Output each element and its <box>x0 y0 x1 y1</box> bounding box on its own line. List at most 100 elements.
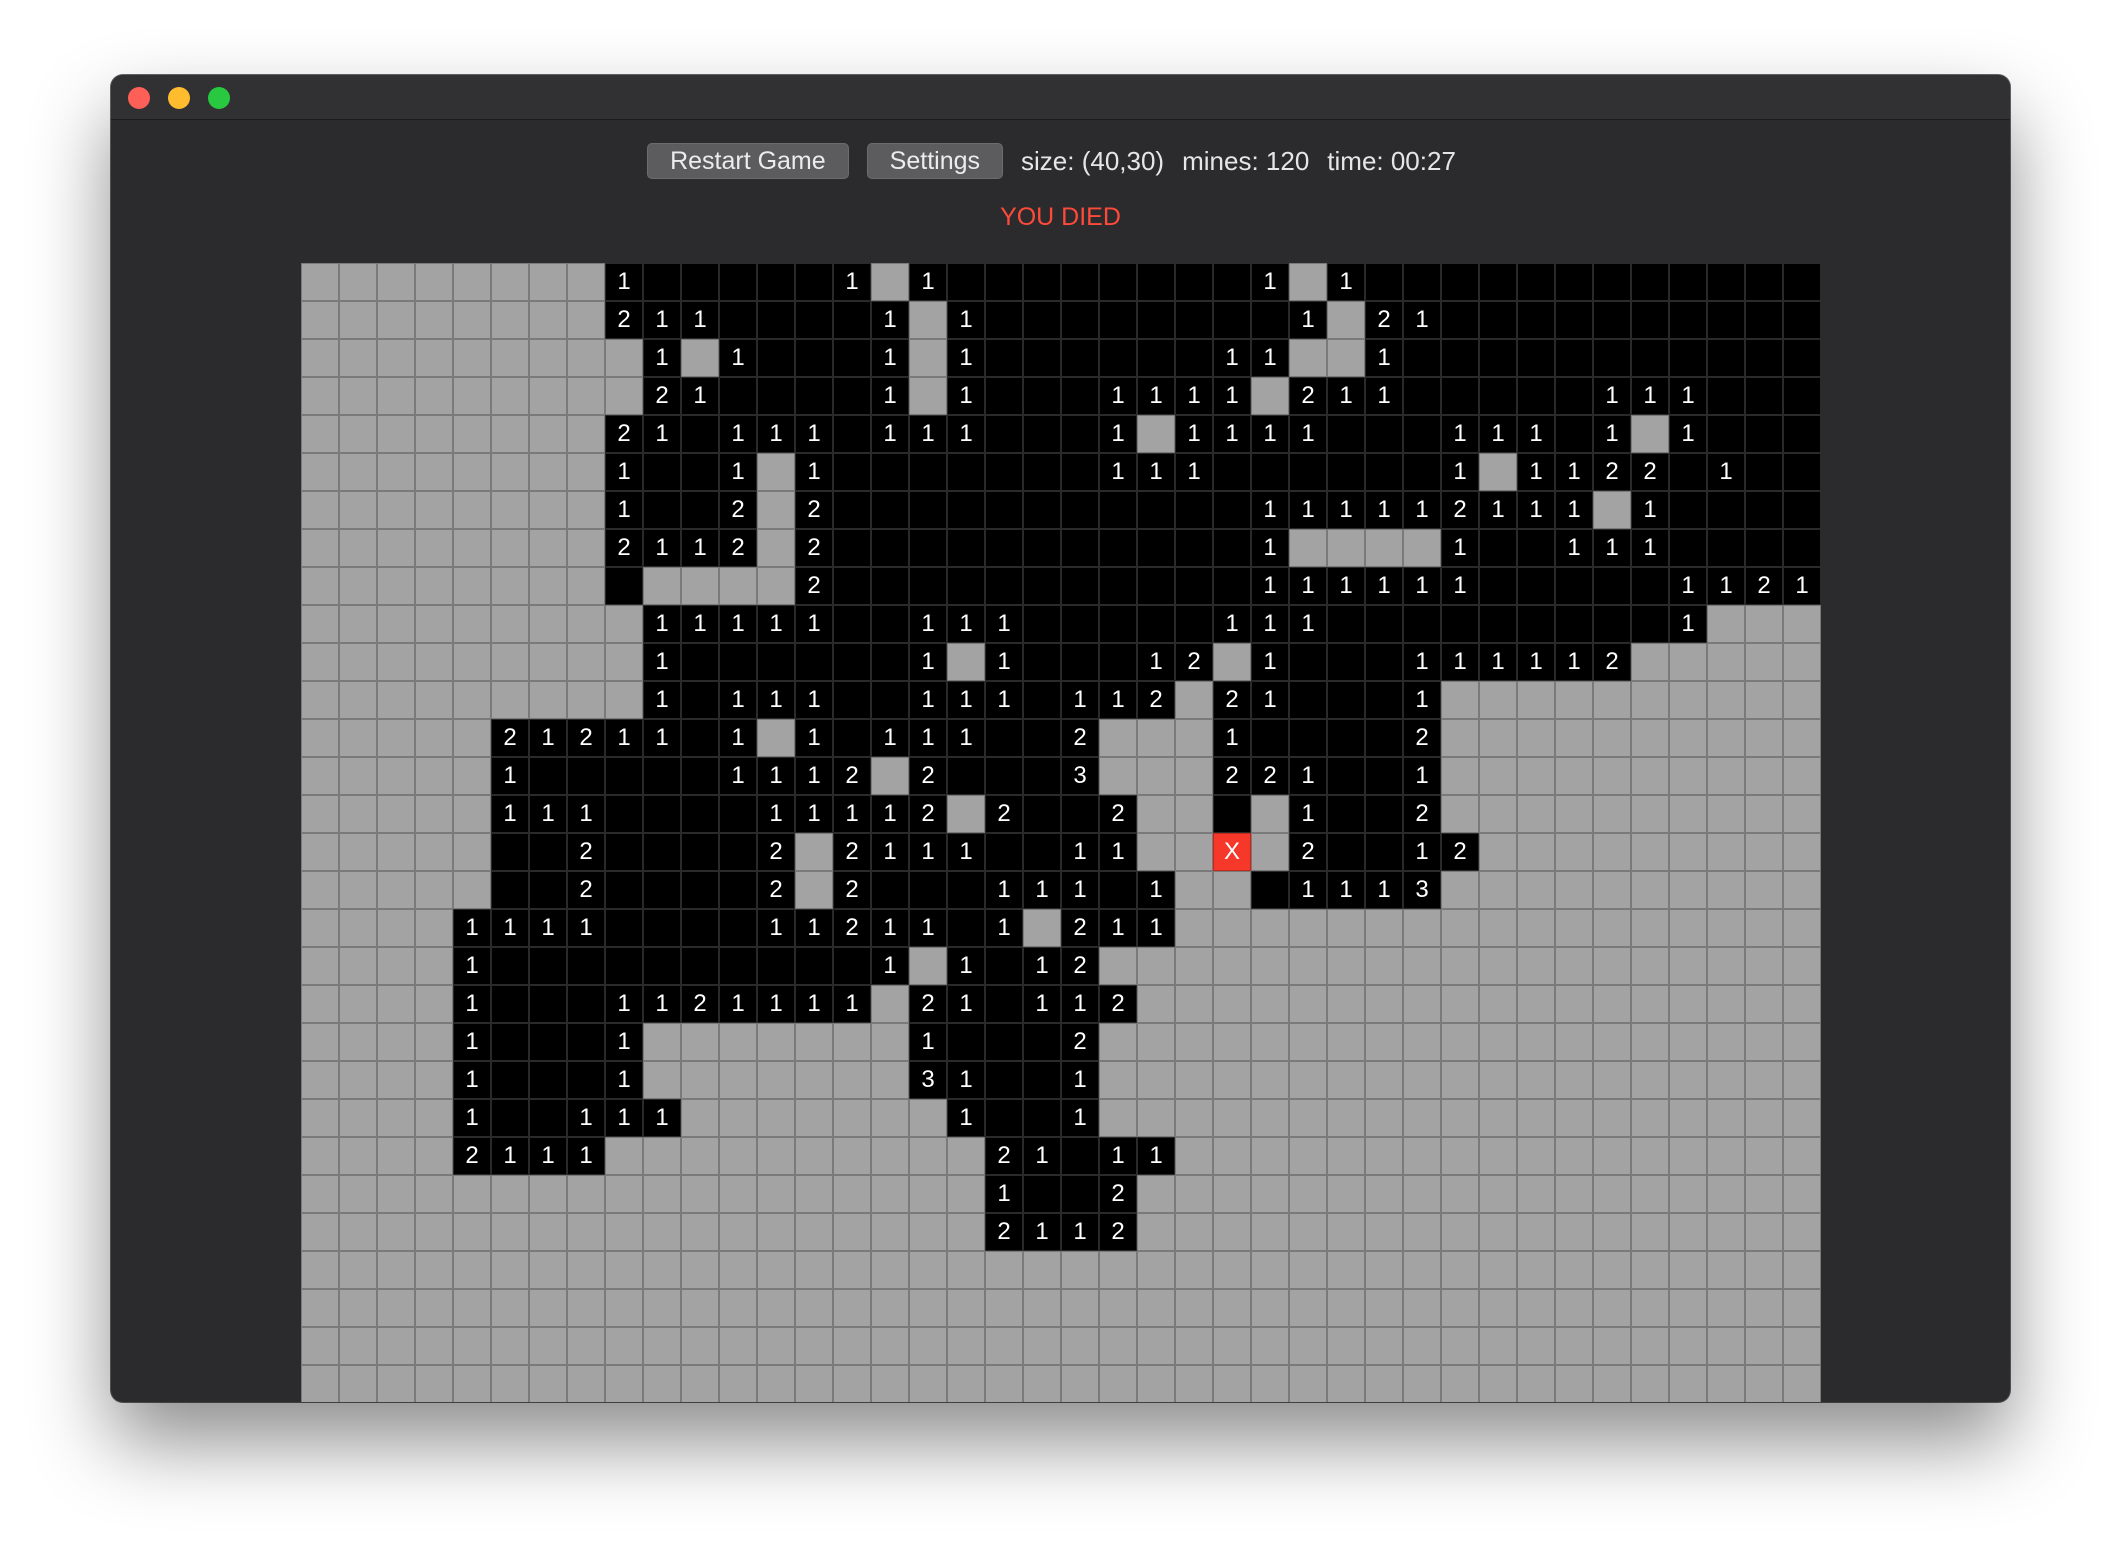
unrevealed-cell[interactable] <box>415 643 453 681</box>
unrevealed-cell[interactable] <box>1707 985 1745 1023</box>
unrevealed-cell[interactable] <box>1327 947 1365 985</box>
unrevealed-cell[interactable] <box>1365 985 1403 1023</box>
unrevealed-cell[interactable] <box>377 871 415 909</box>
unrevealed-cell[interactable] <box>1213 1175 1251 1213</box>
unrevealed-cell[interactable] <box>719 1213 757 1251</box>
unrevealed-cell[interactable] <box>1327 1137 1365 1175</box>
unrevealed-cell[interactable] <box>1593 1175 1631 1213</box>
unrevealed-cell[interactable] <box>1213 871 1251 909</box>
unrevealed-cell[interactable] <box>453 453 491 491</box>
unrevealed-cell[interactable] <box>795 1213 833 1251</box>
unrevealed-cell[interactable] <box>1517 1137 1555 1175</box>
unrevealed-cell[interactable] <box>567 567 605 605</box>
unrevealed-cell[interactable] <box>1479 1251 1517 1289</box>
unrevealed-cell[interactable] <box>681 1061 719 1099</box>
unrevealed-cell[interactable] <box>1593 871 1631 909</box>
unrevealed-cell[interactable] <box>909 1289 947 1327</box>
unrevealed-cell[interactable] <box>1479 1327 1517 1365</box>
unrevealed-cell[interactable] <box>1631 947 1669 985</box>
unrevealed-cell[interactable] <box>871 1099 909 1137</box>
unrevealed-cell[interactable] <box>1593 1289 1631 1327</box>
unrevealed-cell[interactable] <box>1213 909 1251 947</box>
unrevealed-cell[interactable] <box>1555 947 1593 985</box>
unrevealed-cell[interactable] <box>1441 1061 1479 1099</box>
unrevealed-cell[interactable] <box>1669 1365 1707 1402</box>
unrevealed-cell[interactable] <box>529 567 567 605</box>
unrevealed-cell[interactable] <box>1783 833 1821 871</box>
unrevealed-cell[interactable] <box>1327 1061 1365 1099</box>
unrevealed-cell[interactable] <box>301 719 339 757</box>
unrevealed-cell[interactable] <box>1707 871 1745 909</box>
unrevealed-cell[interactable] <box>1289 1061 1327 1099</box>
unrevealed-cell[interactable] <box>757 1175 795 1213</box>
unrevealed-cell[interactable] <box>1479 453 1517 491</box>
unrevealed-cell[interactable] <box>301 681 339 719</box>
unrevealed-cell[interactable] <box>415 1099 453 1137</box>
unrevealed-cell[interactable] <box>1555 1289 1593 1327</box>
unrevealed-cell[interactable] <box>1175 1213 1213 1251</box>
unrevealed-cell[interactable] <box>1593 795 1631 833</box>
unrevealed-cell[interactable] <box>605 681 643 719</box>
unrevealed-cell[interactable] <box>491 1327 529 1365</box>
unrevealed-cell[interactable] <box>947 1175 985 1213</box>
unrevealed-cell[interactable] <box>1631 795 1669 833</box>
unrevealed-cell[interactable] <box>643 1061 681 1099</box>
unrevealed-cell[interactable] <box>377 1365 415 1402</box>
unrevealed-cell[interactable] <box>491 567 529 605</box>
unrevealed-cell[interactable] <box>757 567 795 605</box>
unrevealed-cell[interactable] <box>339 871 377 909</box>
unrevealed-cell[interactable] <box>757 1213 795 1251</box>
unrevealed-cell[interactable] <box>833 1289 871 1327</box>
unrevealed-cell[interactable] <box>1707 1175 1745 1213</box>
unrevealed-cell[interactable] <box>1213 1327 1251 1365</box>
unrevealed-cell[interactable] <box>1137 947 1175 985</box>
unrevealed-cell[interactable] <box>605 1213 643 1251</box>
unrevealed-cell[interactable] <box>909 339 947 377</box>
unrevealed-cell[interactable] <box>1327 1327 1365 1365</box>
unrevealed-cell[interactable] <box>301 1137 339 1175</box>
unrevealed-cell[interactable] <box>1745 1023 1783 1061</box>
unrevealed-cell[interactable] <box>1099 1061 1137 1099</box>
unrevealed-cell[interactable] <box>1783 1061 1821 1099</box>
unrevealed-cell[interactable] <box>1707 909 1745 947</box>
unrevealed-cell[interactable] <box>301 491 339 529</box>
unrevealed-cell[interactable] <box>1517 833 1555 871</box>
unrevealed-cell[interactable] <box>301 985 339 1023</box>
unrevealed-cell[interactable] <box>415 681 453 719</box>
unrevealed-cell[interactable] <box>377 605 415 643</box>
unrevealed-cell[interactable] <box>643 1175 681 1213</box>
unrevealed-cell[interactable] <box>529 1289 567 1327</box>
unrevealed-cell[interactable] <box>453 301 491 339</box>
unrevealed-cell[interactable] <box>415 947 453 985</box>
unrevealed-cell[interactable] <box>377 947 415 985</box>
unrevealed-cell[interactable] <box>871 757 909 795</box>
unrevealed-cell[interactable] <box>1251 1137 1289 1175</box>
unrevealed-cell[interactable] <box>1555 719 1593 757</box>
unrevealed-cell[interactable] <box>871 263 909 301</box>
unrevealed-cell[interactable] <box>567 1327 605 1365</box>
unrevealed-cell[interactable] <box>567 377 605 415</box>
unrevealed-cell[interactable] <box>1327 1365 1365 1402</box>
unrevealed-cell[interactable] <box>1669 681 1707 719</box>
unrevealed-cell[interactable] <box>1137 1175 1175 1213</box>
unrevealed-cell[interactable] <box>1707 719 1745 757</box>
unrevealed-cell[interactable] <box>947 643 985 681</box>
unrevealed-cell[interactable] <box>339 947 377 985</box>
unrevealed-cell[interactable] <box>1327 339 1365 377</box>
unrevealed-cell[interactable] <box>719 1137 757 1175</box>
unrevealed-cell[interactable] <box>909 377 947 415</box>
unrevealed-cell[interactable] <box>681 1365 719 1402</box>
unrevealed-cell[interactable] <box>301 1023 339 1061</box>
unrevealed-cell[interactable] <box>1517 1327 1555 1365</box>
unrevealed-cell[interactable] <box>1669 833 1707 871</box>
unrevealed-cell[interactable] <box>1517 1099 1555 1137</box>
unrevealed-cell[interactable] <box>567 415 605 453</box>
unrevealed-cell[interactable] <box>1783 1365 1821 1402</box>
unrevealed-cell[interactable] <box>1365 1137 1403 1175</box>
unrevealed-cell[interactable] <box>1289 1023 1327 1061</box>
unrevealed-cell[interactable] <box>1023 1327 1061 1365</box>
unrevealed-cell[interactable] <box>1707 605 1745 643</box>
unrevealed-cell[interactable] <box>453 1327 491 1365</box>
unrevealed-cell[interactable] <box>757 1365 795 1402</box>
unrevealed-cell[interactable] <box>1441 947 1479 985</box>
